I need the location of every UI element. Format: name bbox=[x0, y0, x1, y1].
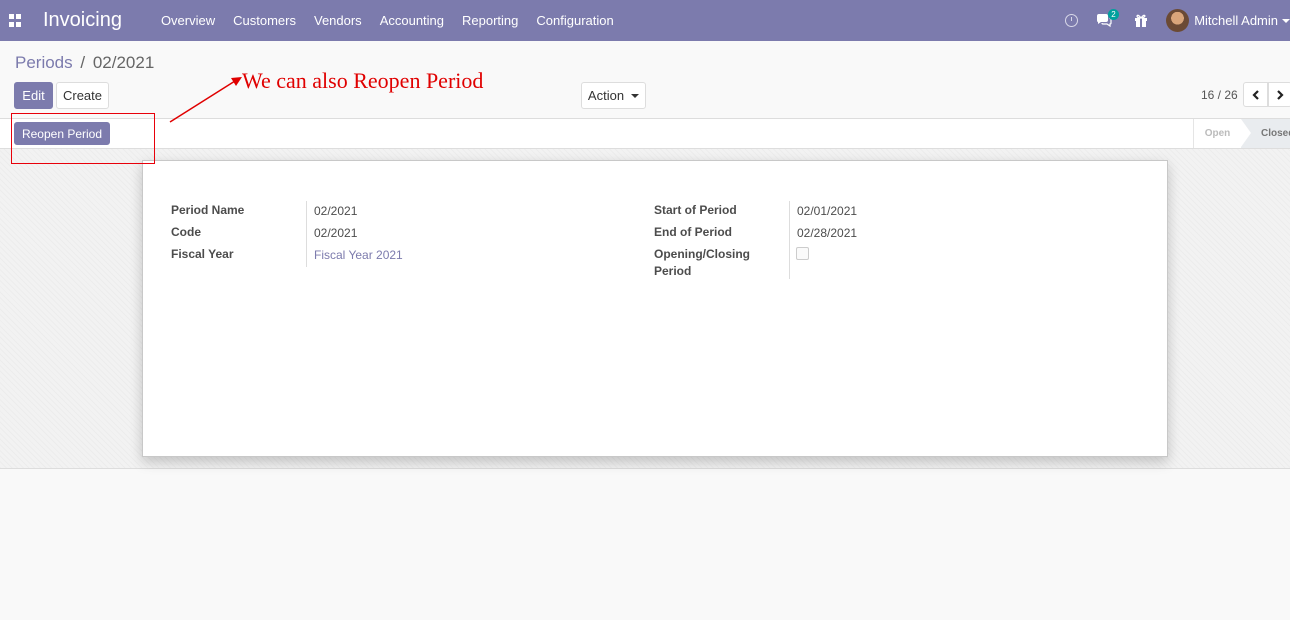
menu-item-overview[interactable]: Overview bbox=[152, 13, 224, 28]
gift-icon[interactable] bbox=[1134, 14, 1148, 28]
action-dropdown[interactable]: Action bbox=[581, 82, 646, 109]
caret-down-icon bbox=[631, 93, 640, 98]
label-code: Code bbox=[171, 225, 201, 239]
clock-icon[interactable] bbox=[1065, 14, 1079, 27]
navbar-systray: 2 Mitchell Admin bbox=[1065, 0, 1290, 41]
value-start-of-period: 02/01/2021 bbox=[797, 204, 858, 218]
label-period-name: Period Name bbox=[171, 203, 245, 217]
label-end-of-period: End of Period bbox=[654, 225, 732, 239]
annotation-arrow-icon bbox=[169, 77, 242, 123]
edit-button[interactable]: Edit bbox=[14, 82, 53, 109]
pager-next-button[interactable] bbox=[1268, 82, 1290, 107]
chevron-down-icon[interactable] bbox=[1282, 18, 1290, 23]
apps-grid-icon[interactable] bbox=[9, 13, 23, 28]
avatar[interactable] bbox=[1166, 9, 1190, 32]
value-period-name: 02/2021 bbox=[314, 204, 358, 218]
form-sheet: Period Name 02/2021 Code 02/2021 Fiscal … bbox=[142, 160, 1168, 457]
pager-value[interactable]: 16 / 26 bbox=[1201, 88, 1238, 102]
label-opening-closing-period: Opening/Closing Period bbox=[654, 247, 750, 278]
chat-icon[interactable]: 2 bbox=[1096, 8, 1119, 28]
stage-arrow bbox=[1241, 119, 1251, 147]
separator-line bbox=[306, 201, 307, 267]
menu-item-vendors[interactable]: Vendors bbox=[305, 13, 371, 28]
chevron-right-icon bbox=[1277, 89, 1284, 100]
main-menu: Overview Customers Vendors Accounting Re… bbox=[152, 13, 623, 28]
label-fiscal-year: Fiscal Year bbox=[171, 247, 234, 261]
annotation-text: We can also Reopen Period bbox=[242, 68, 484, 93]
chat-badge: 2 bbox=[1108, 8, 1119, 20]
separator-line bbox=[789, 201, 790, 279]
breadcrumb-parent[interactable]: Periods bbox=[15, 53, 73, 72]
breadcrumb-separator: / bbox=[80, 53, 86, 72]
user-name[interactable]: Mitchell Admin bbox=[1194, 13, 1278, 28]
label-start-of-period: Start of Period bbox=[654, 203, 737, 217]
pager-previous-button[interactable] bbox=[1243, 82, 1268, 107]
menu-item-customers[interactable]: Customers bbox=[224, 13, 305, 28]
breadcrumb: Periods / 02/2021 bbox=[15, 53, 154, 73]
action-label: Action bbox=[587, 88, 625, 103]
create-button[interactable]: Create bbox=[56, 82, 109, 109]
value-code: 02/2021 bbox=[314, 226, 358, 240]
top-navbar: Invoicing Overview Customers Vendors Acc… bbox=[0, 0, 1290, 41]
value-fiscal-year-link[interactable]: Fiscal Year 2021 bbox=[314, 248, 403, 262]
app-name[interactable]: Invoicing bbox=[43, 9, 122, 32]
chevron-left-icon bbox=[1251, 89, 1259, 100]
menu-item-reporting[interactable]: Reporting bbox=[453, 13, 527, 28]
value-end-of-period: 02/28/2021 bbox=[797, 226, 858, 240]
annotation-highlight-box bbox=[11, 113, 155, 164]
opening-closing-checkbox[interactable] bbox=[796, 247, 809, 260]
breadcrumb-current: 02/2021 bbox=[92, 53, 155, 72]
menu-item-accounting[interactable]: Accounting bbox=[371, 13, 453, 28]
menu-item-configuration[interactable]: Configuration bbox=[527, 13, 622, 28]
stage-open[interactable]: Open bbox=[1193, 119, 1241, 148]
